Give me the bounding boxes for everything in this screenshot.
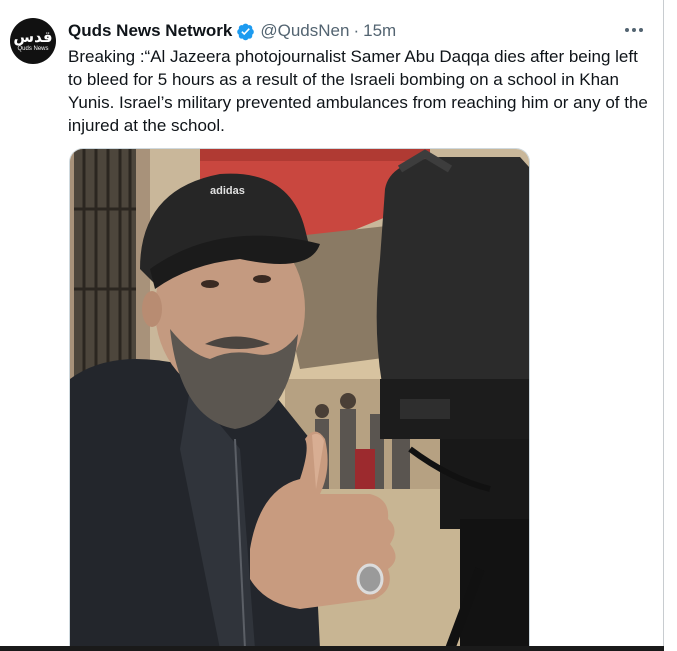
avatar[interactable]: قدس Quds News (10, 18, 56, 64)
tweet-text: Breaking :“Al Jazeera photojournalist Sa… (68, 47, 648, 135)
author-handle[interactable]: @QudsNen (260, 21, 349, 41)
avatar-subtext: Quds News (17, 45, 49, 52)
photo-illustration: adidas (70, 149, 529, 649)
tweet-card[interactable]: قدس Quds News Quds News Network @QudsNen… (0, 0, 663, 649)
cap-logo-text: adidas (210, 185, 245, 197)
author-name[interactable]: Quds News Network (68, 21, 232, 41)
tweet-photo[interactable]: adidas (69, 148, 530, 649)
separator-dot: · (353, 21, 360, 40)
avatar-logo: قدس (13, 27, 53, 46)
window-border-bottom (0, 646, 664, 651)
window-border-right (663, 0, 664, 651)
verified-badge-icon[interactable] (236, 22, 255, 41)
tweet-time[interactable]: 15m (363, 21, 396, 41)
more-options-icon[interactable] (622, 20, 646, 40)
tweet-header: Quds News Network @QudsNen · 15m (68, 20, 396, 42)
